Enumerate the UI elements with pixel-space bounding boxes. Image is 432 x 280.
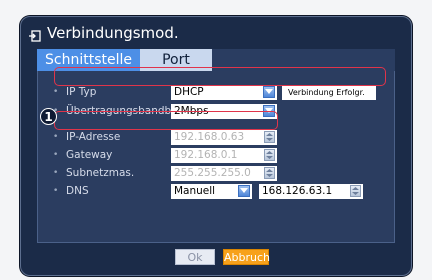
spinner-icon[interactable] <box>264 131 275 143</box>
ip-address-row: • IP-Adresse 192.168.0.63 <box>48 130 388 145</box>
spinner-icon[interactable] <box>264 167 275 179</box>
ip-type-row: • IP Typ DHCP Verbindung Erfolgr. <box>48 85 388 100</box>
spinner-icon[interactable] <box>350 185 361 197</box>
bullet: • <box>53 87 59 97</box>
ip-type-select[interactable]: DHCP <box>171 85 277 100</box>
ip-address-value: 192.168.0.63 <box>174 131 245 143</box>
ip-type-label: IP Typ <box>66 86 97 98</box>
dns-mode-select[interactable]: Manuell <box>171 184 252 199</box>
bullet: • <box>53 150 59 160</box>
gateway-value: 192.168.0.1 <box>174 149 238 161</box>
dns-row: • DNS Manuell 168.126.63.1 <box>48 184 388 199</box>
subnet-value: 255.255.255.0 <box>174 167 251 179</box>
spinner-icon[interactable] <box>264 149 275 161</box>
login-icon <box>29 27 41 42</box>
gateway-label: Gateway <box>66 149 113 161</box>
bandwidth-select[interactable]: 2Mbps <box>171 104 277 119</box>
button-bar: Ok Abbruch <box>21 241 411 275</box>
title-bar: Verbindungsmod. <box>21 23 411 43</box>
callout-badge: 1 <box>40 108 57 125</box>
bandwidth-value: 2Mbps <box>174 105 209 117</box>
chevron-down-icon[interactable] <box>263 86 275 98</box>
cancel-button[interactable]: Abbruch <box>223 249 270 265</box>
tab-bar: Schnittstelle Port <box>37 49 395 71</box>
bullet: • <box>53 186 59 196</box>
subnet-row: • Subnetzmas. 255.255.255.0 <box>48 166 388 181</box>
dns-address-value: 168.126.63.1 <box>262 185 333 197</box>
ip-address-field[interactable]: 192.168.0.63 <box>171 130 277 145</box>
subnet-field[interactable]: 255.255.255.0 <box>171 166 277 181</box>
bullet: • <box>53 168 59 178</box>
dialog-title: Verbindungsmod. <box>47 24 179 42</box>
chevron-down-icon[interactable] <box>238 185 250 197</box>
bandwidth-row: • Übertragungsbandbreite 2Mbps <box>48 104 388 119</box>
tab-port[interactable]: Port <box>140 49 212 71</box>
tab-interface[interactable]: Schnittstelle <box>37 49 140 71</box>
connection-mode-dialog: Verbindungsmod. Schnittstelle Port • IP … <box>20 16 412 276</box>
dns-label: DNS <box>66 185 89 197</box>
ip-type-value: DHCP <box>174 86 204 98</box>
tab-bar-filler <box>212 49 395 71</box>
dns-mode-value: Manuell <box>174 185 216 197</box>
gateway-field[interactable]: 192.168.0.1 <box>171 148 277 163</box>
connection-status: Verbindung Erfolgr. <box>282 85 376 100</box>
gateway-row: • Gateway 192.168.0.1 <box>48 148 388 163</box>
subnet-label: Subnetzmas. <box>66 167 135 179</box>
chevron-down-icon[interactable] <box>263 105 275 117</box>
dns-address-field[interactable]: 168.126.63.1 <box>259 184 363 199</box>
bullet: • <box>53 132 59 142</box>
ip-address-label: IP-Adresse <box>66 131 121 143</box>
settings-panel: • IP Typ DHCP Verbindung Erfolgr. • Über… <box>37 71 395 243</box>
ok-button[interactable]: Ok <box>175 249 215 265</box>
